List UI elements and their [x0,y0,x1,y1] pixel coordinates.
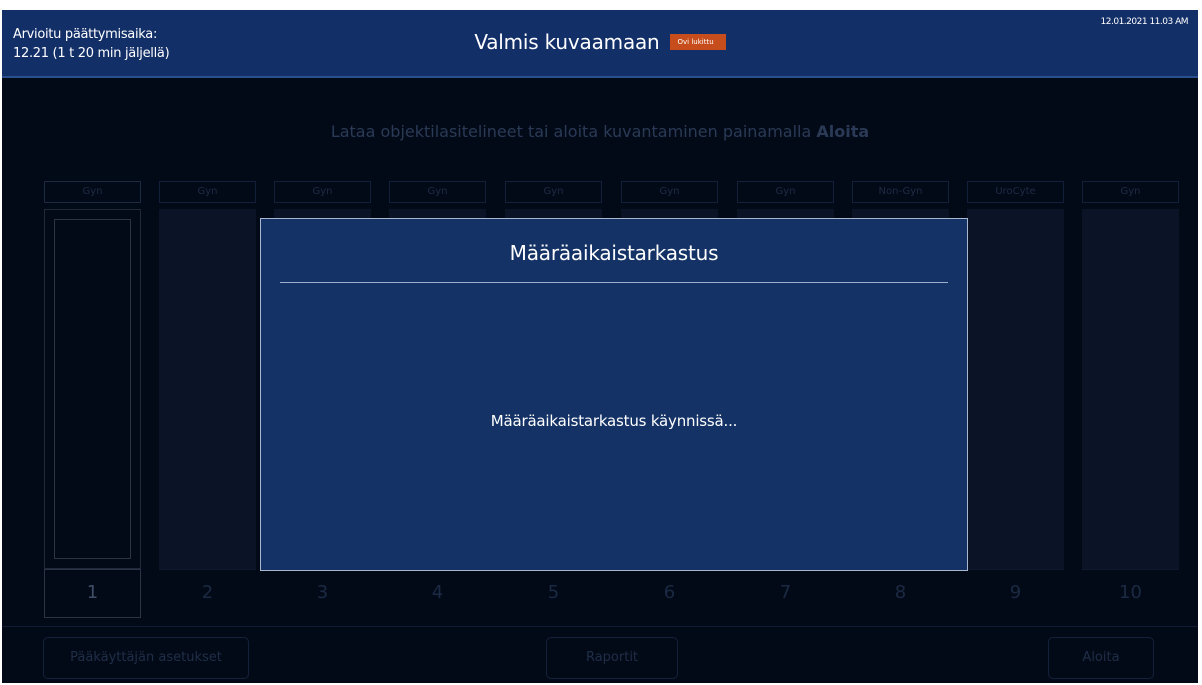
slide-rack-slot[interactable]: UroCyte 9 [967,181,1064,618]
instruction-start-word: Aloita [816,122,870,141]
slot-type-label: Gyn [621,181,718,203]
admin-settings-button[interactable]: Pääkäyttäjän asetukset [43,637,249,679]
dialog-divider [280,282,948,283]
slot-type-label: UroCyte [967,181,1064,203]
slot-number: 3 [274,569,371,618]
slot-number: 1 [44,569,141,618]
app-window: Arvioitu päättymisaika: 12.21 (1 t 20 mi… [2,10,1198,683]
slot-type-label: Gyn [505,181,602,203]
header-bar: Arvioitu päättymisaika: 12.21 (1 t 20 mi… [2,10,1198,78]
slot-type-label: Gyn [159,181,256,203]
dialog-title: Määräaikaistarkastus [509,241,719,265]
slot-type-label: Gyn [44,181,141,203]
slot-number: 5 [505,569,602,618]
slot-body [1082,209,1179,569]
slide-rack-outline [54,219,131,559]
slot-body [44,209,141,569]
slide-rack-slot[interactable]: Gyn 1 [44,181,141,618]
dialog-message: Määräaikaistarkastus käynnissä... [490,412,738,430]
slot-number: 8 [852,569,949,618]
slot-body [159,209,256,569]
maintenance-dialog: Määräaikaistarkastus Määräaikaistarkastu… [260,218,968,571]
slot-number: 9 [967,569,1064,618]
slot-number: 4 [389,569,486,618]
slot-type-label: Gyn [737,181,834,203]
slot-type-label: Gyn [274,181,371,203]
slide-rack-slot[interactable]: Gyn 2 [159,181,256,618]
door-status-badge: Ovi lukittu [669,34,726,50]
instruction-text: Lataa objektilasitelineet tai aloita kuv… [2,122,1198,141]
footer-divider [2,626,1198,627]
slot-number: 7 [737,569,834,618]
instruction-body: Lataa objektilasitelineet tai aloita kuv… [330,122,817,141]
slot-body [967,209,1064,569]
status-title: Valmis kuvaamaan [474,30,660,54]
status-title-wrap: Valmis kuvaamaan Ovi lukittu [2,30,1198,54]
slide-rack-slot[interactable]: Gyn 10 [1082,181,1179,618]
slot-type-label: Non-Gyn [852,181,949,203]
slot-type-label: Gyn [1082,181,1179,203]
slot-number: 2 [159,569,256,618]
slot-type-label: Gyn [389,181,486,203]
current-datetime: 12.01.2021 11.03 AM [1100,17,1189,27]
start-button[interactable]: Aloita [1048,637,1154,679]
slot-number: 6 [621,569,718,618]
reports-button[interactable]: Raportit [546,637,678,679]
slot-number: 10 [1082,569,1179,618]
